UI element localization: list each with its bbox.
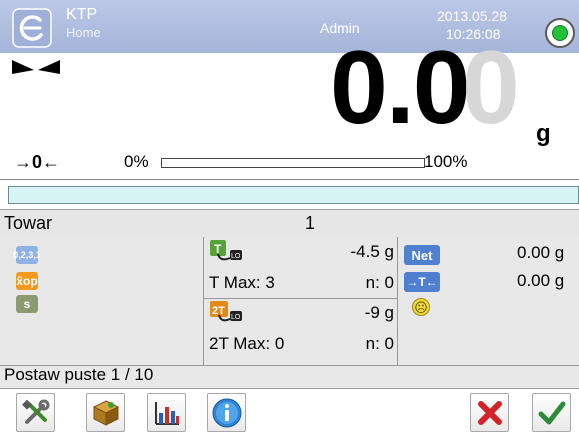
zero-indicator-icon: →0←: [14, 152, 61, 172]
tare2-count: n: 0: [365, 334, 394, 353]
status-face-icon: ☹: [412, 298, 430, 316]
load-bar: [161, 158, 425, 168]
weight-ghost-digit: 0: [462, 30, 520, 146]
statistics-sum-icon[interactable]: 0,2,3,1: [13, 246, 41, 264]
cancel-button[interactable]: [470, 393, 509, 432]
stability-marker-icon: [12, 60, 60, 74]
net-icon: Net: [404, 245, 440, 265]
tare1-value: -4.5 g: [350, 242, 394, 261]
std-deviation-icon[interactable]: s: [16, 295, 38, 313]
cancel-icon: [477, 400, 502, 425]
products-button[interactable]: [86, 393, 125, 432]
tare2-value: -9 g: [364, 303, 394, 322]
weight-value: 0.0: [330, 30, 471, 146]
app-subtitle: Home: [66, 25, 101, 40]
home-logo-icon[interactable]: [12, 8, 52, 48]
product-row[interactable]: [0, 209, 579, 238]
tare-value: 0.00 g: [517, 271, 565, 290]
svg-text:T: T: [214, 242, 222, 256]
product-label: Towar: [4, 213, 53, 233]
load-bar-min: 0%: [124, 152, 149, 171]
tare-icon: →T←: [404, 272, 440, 292]
header-date: 2013.05.28: [437, 8, 508, 24]
status-indicator-icon: [552, 25, 568, 41]
info-button[interactable]: [207, 393, 246, 432]
tare1-max: T Max: 3: [209, 273, 275, 292]
divider: [397, 237, 398, 365]
tare2-max: 2T Max: 0: [209, 334, 285, 353]
mean-icon[interactable]: x̄op: [16, 272, 38, 290]
tare2-lo-icon: 2T LO: [210, 301, 242, 322]
tare1-count: n: 0: [365, 273, 394, 292]
product-value: 1: [305, 213, 316, 233]
chart-icon: [154, 401, 179, 425]
status-button[interactable]: [545, 18, 575, 48]
divider: [203, 298, 398, 299]
svg-text:LO: LO: [231, 314, 241, 321]
confirm-button[interactable]: [532, 393, 571, 432]
message-text: Postaw puste 1 / 10: [4, 365, 154, 384]
info-strip: [8, 186, 579, 204]
net-value: 0.00 g: [517, 243, 565, 262]
tare-lo-icon: T LO: [210, 240, 242, 261]
divider: [203, 237, 204, 365]
svg-text:LO: LO: [231, 253, 241, 260]
confirm-icon: [538, 401, 565, 424]
statistics-button[interactable]: [147, 393, 186, 432]
info-icon: [212, 398, 241, 427]
app-title: KTP: [66, 6, 98, 23]
weight-unit[interactable]: g: [536, 120, 551, 148]
tools-icon: [21, 399, 49, 424]
tools-button[interactable]: [16, 393, 55, 432]
stats-panel: [0, 237, 579, 365]
package-icon: [92, 399, 119, 426]
load-bar-max: 100%: [424, 152, 468, 171]
